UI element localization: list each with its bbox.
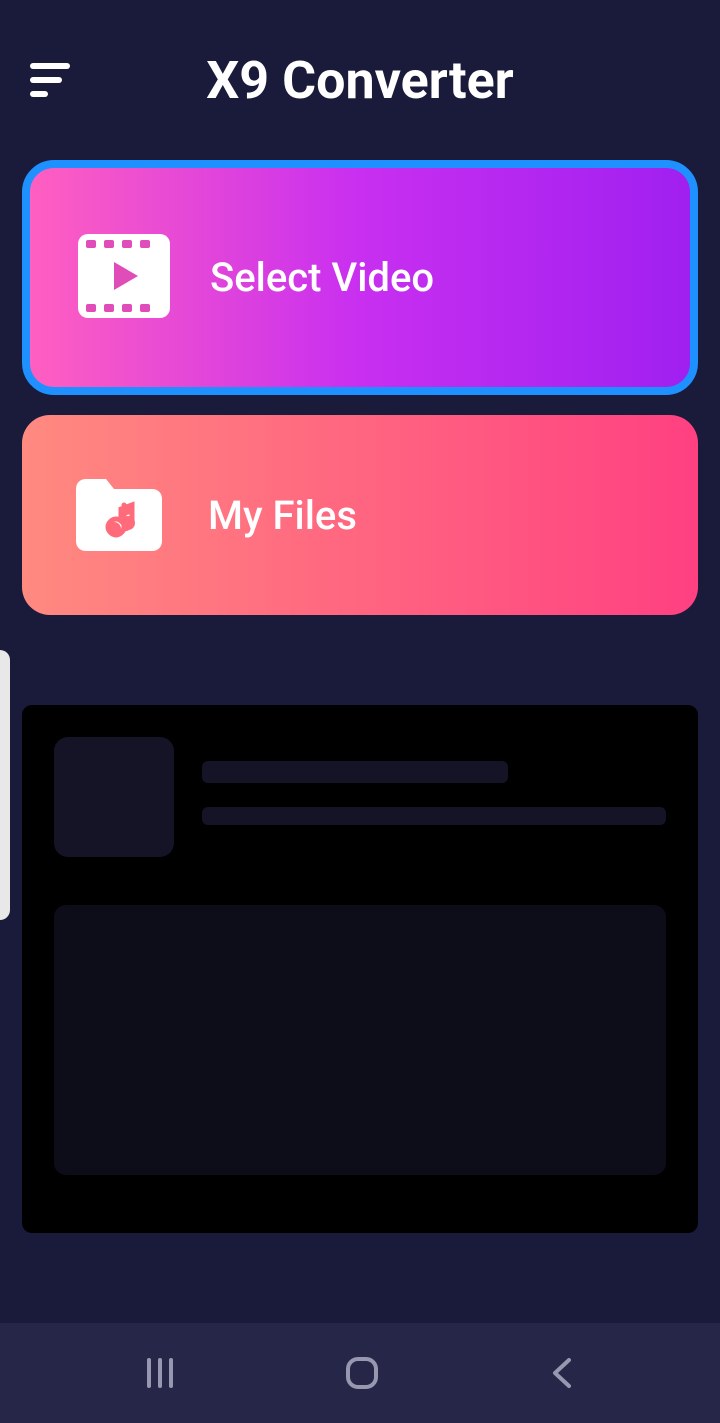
- ad-text-placeholder: [202, 737, 666, 825]
- ad-body-placeholder: [54, 905, 666, 1175]
- ad-thumbnail-placeholder: [54, 737, 174, 857]
- app-title: X9 Converter: [78, 50, 690, 111]
- ad-placeholder: [22, 705, 698, 1233]
- ad-header-skeleton: [54, 737, 666, 857]
- music-folder-icon: [70, 469, 168, 561]
- main-actions: Select Video My Files: [0, 140, 720, 615]
- system-navbar: [0, 1323, 720, 1423]
- film-play-icon: [78, 234, 170, 322]
- side-drawer-handle[interactable]: [0, 650, 10, 920]
- home-button[interactable]: [342, 1353, 382, 1393]
- my-files-button[interactable]: My Files: [22, 415, 698, 615]
- select-video-label: Select Video: [210, 254, 434, 301]
- recents-button[interactable]: [143, 1356, 177, 1390]
- menu-icon[interactable]: [30, 56, 78, 104]
- back-button[interactable]: [547, 1356, 577, 1390]
- my-files-label: My Files: [208, 492, 357, 539]
- select-video-button[interactable]: Select Video: [22, 160, 698, 395]
- app-header: X9 Converter: [0, 0, 720, 140]
